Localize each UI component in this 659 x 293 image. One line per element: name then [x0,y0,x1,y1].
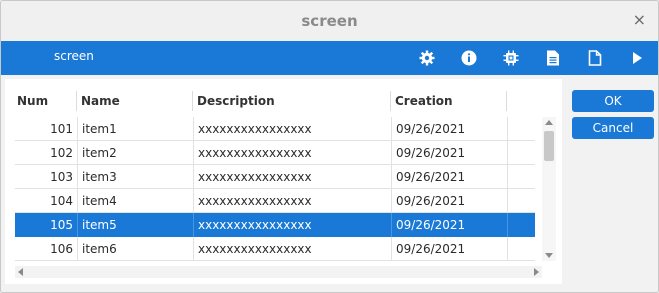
document-icon[interactable] [544,49,562,67]
cell-description: xxxxxxxxxxxxxxxx [194,141,392,165]
table-row[interactable]: 103 item3 xxxxxxxxxxxxxxxx 09/26/2021 [15,165,535,189]
gear-icon[interactable] [418,49,436,67]
dialog-window: screen × screen Num Name Description Cre… [0,0,659,293]
table-panel: Num Name Description Creation 101 item1 … [5,79,562,284]
window-title: screen [301,12,358,30]
toolbar-label: screen [54,49,94,63]
cell-description: xxxxxxxxxxxxxxxx [194,117,392,141]
table-row[interactable]: 106 item6 xxxxxxxxxxxxxxxx 09/26/2021 [15,237,535,261]
cell-num: 104 [15,189,78,213]
column-header-name[interactable]: Name [77,91,193,111]
cell-name: item6 [78,237,194,261]
horizontal-scrollbar[interactable] [15,266,542,278]
cell-creation: 09/26/2021 [392,141,508,165]
cell-creation: 09/26/2021 [392,237,508,261]
table-row[interactable]: 102 item2 xxxxxxxxxxxxxxxx 09/26/2021 [15,141,535,165]
cancel-button[interactable]: Cancel [572,117,654,139]
cell-name: item3 [78,165,194,189]
cell-num: 102 [15,141,78,165]
info-icon[interactable] [460,49,478,67]
table-row-selected[interactable]: 105 item5 xxxxxxxxxxxxxxxx 09/26/2021 [15,213,535,237]
cell-name: item1 [78,117,194,141]
cell-creation: 09/26/2021 [392,189,508,213]
toolbar: screen [1,41,658,75]
table-row[interactable]: 104 item4 xxxxxxxxxxxxxxxx 09/26/2021 [15,189,535,213]
cell-creation: 09/26/2021 [392,213,508,237]
cell-description: xxxxxxxxxxxxxxxx [194,165,392,189]
cell-creation: 09/26/2021 [392,117,508,141]
chip-icon[interactable] [502,49,520,67]
cell-num: 103 [15,165,78,189]
cell-description: xxxxxxxxxxxxxxxx [194,213,392,237]
cell-num: 101 [15,117,78,141]
ok-button[interactable]: OK [572,90,654,112]
cell-name: item4 [78,189,194,213]
cell-creation: 09/26/2021 [392,165,508,189]
column-header-description[interactable]: Description [193,91,391,111]
scroll-right-arrow-icon[interactable] [534,268,539,276]
table-body: 101 item1 xxxxxxxxxxxxxxxx 09/26/2021 10… [15,117,535,261]
table-row[interactable]: 101 item1 xxxxxxxxxxxxxxxx 09/26/2021 [15,117,535,141]
cell-description: xxxxxxxxxxxxxxxx [194,237,392,261]
cell-num: 106 [15,237,78,261]
scroll-up-arrow-icon[interactable] [545,120,553,125]
cell-name: item2 [78,141,194,165]
title-bar[interactable]: screen × [1,1,658,41]
column-header-num[interactable]: Num [13,91,77,111]
close-icon[interactable]: × [633,11,646,29]
column-header-creation[interactable]: Creation [391,91,507,111]
scroll-down-arrow-icon[interactable] [545,253,553,258]
table-header: Num Name Description Creation [13,91,543,111]
cell-name: item5 [78,213,194,237]
cell-num: 105 [15,213,78,237]
scroll-left-arrow-icon[interactable] [18,268,23,276]
vertical-scrollbar[interactable] [542,117,556,261]
vertical-scroll-thumb[interactable] [544,131,554,161]
blank-document-icon[interactable] [586,49,604,67]
play-icon[interactable] [628,49,646,67]
cell-description: xxxxxxxxxxxxxxxx [194,189,392,213]
